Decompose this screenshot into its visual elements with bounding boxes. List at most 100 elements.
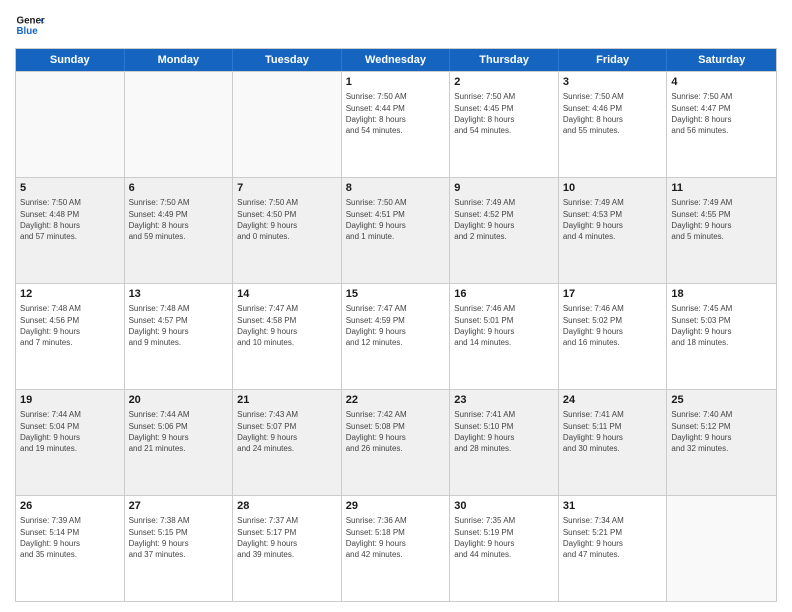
day-info: Sunrise: 7:49 AM Sunset: 4:55 PM Dayligh… [671,197,772,242]
calendar-body: 1Sunrise: 7:50 AM Sunset: 4:44 PM Daylig… [16,71,776,601]
day-info: Sunrise: 7:41 AM Sunset: 5:11 PM Dayligh… [563,409,663,454]
day-info: Sunrise: 7:47 AM Sunset: 4:58 PM Dayligh… [237,303,337,348]
day-number: 6 [129,181,229,196]
calendar-cell: 12Sunrise: 7:48 AM Sunset: 4:56 PM Dayli… [16,284,125,389]
day-number: 12 [20,287,120,302]
calendar-cell: 3Sunrise: 7:50 AM Sunset: 4:46 PM Daylig… [559,72,668,177]
weekday-header-saturday: Saturday [667,49,776,71]
day-number: 11 [671,181,772,196]
day-info: Sunrise: 7:41 AM Sunset: 5:10 PM Dayligh… [454,409,554,454]
header: General Blue [15,10,777,40]
calendar-cell: 28Sunrise: 7:37 AM Sunset: 5:17 PM Dayli… [233,496,342,601]
day-info: Sunrise: 7:47 AM Sunset: 4:59 PM Dayligh… [346,303,446,348]
day-info: Sunrise: 7:44 AM Sunset: 5:04 PM Dayligh… [20,409,120,454]
calendar-cell: 27Sunrise: 7:38 AM Sunset: 5:15 PM Dayli… [125,496,234,601]
day-number: 1 [346,75,446,90]
day-number: 26 [20,499,120,514]
day-info: Sunrise: 7:46 AM Sunset: 5:01 PM Dayligh… [454,303,554,348]
calendar-row-5: 26Sunrise: 7:39 AM Sunset: 5:14 PM Dayli… [16,495,776,601]
calendar-cell: 22Sunrise: 7:42 AM Sunset: 5:08 PM Dayli… [342,390,451,495]
calendar-cell: 26Sunrise: 7:39 AM Sunset: 5:14 PM Dayli… [16,496,125,601]
day-number: 31 [563,499,663,514]
day-info: Sunrise: 7:50 AM Sunset: 4:45 PM Dayligh… [454,91,554,136]
calendar-row-4: 19Sunrise: 7:44 AM Sunset: 5:04 PM Dayli… [16,389,776,495]
calendar-cell: 7Sunrise: 7:50 AM Sunset: 4:50 PM Daylig… [233,178,342,283]
calendar-cell: 24Sunrise: 7:41 AM Sunset: 5:11 PM Dayli… [559,390,668,495]
day-info: Sunrise: 7:49 AM Sunset: 4:53 PM Dayligh… [563,197,663,242]
day-info: Sunrise: 7:44 AM Sunset: 5:06 PM Dayligh… [129,409,229,454]
calendar-cell [125,72,234,177]
logo-icon: General Blue [15,10,45,40]
weekday-header-tuesday: Tuesday [233,49,342,71]
weekday-header-monday: Monday [125,49,234,71]
calendar: SundayMondayTuesdayWednesdayThursdayFrid… [15,48,777,602]
calendar-cell: 19Sunrise: 7:44 AM Sunset: 5:04 PM Dayli… [16,390,125,495]
day-info: Sunrise: 7:43 AM Sunset: 5:07 PM Dayligh… [237,409,337,454]
day-info: Sunrise: 7:39 AM Sunset: 5:14 PM Dayligh… [20,515,120,560]
calendar-cell: 13Sunrise: 7:48 AM Sunset: 4:57 PM Dayli… [125,284,234,389]
calendar-cell: 21Sunrise: 7:43 AM Sunset: 5:07 PM Dayli… [233,390,342,495]
calendar-cell: 30Sunrise: 7:35 AM Sunset: 5:19 PM Dayli… [450,496,559,601]
weekday-header-wednesday: Wednesday [342,49,451,71]
day-number: 19 [20,393,120,408]
calendar-cell: 17Sunrise: 7:46 AM Sunset: 5:02 PM Dayli… [559,284,668,389]
day-number: 18 [671,287,772,302]
day-number: 16 [454,287,554,302]
day-info: Sunrise: 7:50 AM Sunset: 4:46 PM Dayligh… [563,91,663,136]
day-number: 3 [563,75,663,90]
day-info: Sunrise: 7:42 AM Sunset: 5:08 PM Dayligh… [346,409,446,454]
calendar-cell: 2Sunrise: 7:50 AM Sunset: 4:45 PM Daylig… [450,72,559,177]
calendar-cell [667,496,776,601]
day-number: 24 [563,393,663,408]
day-number: 2 [454,75,554,90]
day-info: Sunrise: 7:50 AM Sunset: 4:51 PM Dayligh… [346,197,446,242]
day-number: 7 [237,181,337,196]
day-info: Sunrise: 7:38 AM Sunset: 5:15 PM Dayligh… [129,515,229,560]
calendar-cell: 1Sunrise: 7:50 AM Sunset: 4:44 PM Daylig… [342,72,451,177]
calendar-cell [233,72,342,177]
page: General Blue SundayMondayTuesdayWednesda… [0,0,792,612]
calendar-header: SundayMondayTuesdayWednesdayThursdayFrid… [16,49,776,71]
day-number: 13 [129,287,229,302]
day-number: 22 [346,393,446,408]
day-number: 4 [671,75,772,90]
calendar-cell: 14Sunrise: 7:47 AM Sunset: 4:58 PM Dayli… [233,284,342,389]
day-number: 27 [129,499,229,514]
day-number: 15 [346,287,446,302]
day-info: Sunrise: 7:48 AM Sunset: 4:56 PM Dayligh… [20,303,120,348]
day-info: Sunrise: 7:49 AM Sunset: 4:52 PM Dayligh… [454,197,554,242]
calendar-cell: 8Sunrise: 7:50 AM Sunset: 4:51 PM Daylig… [342,178,451,283]
day-info: Sunrise: 7:37 AM Sunset: 5:17 PM Dayligh… [237,515,337,560]
day-number: 17 [563,287,663,302]
day-info: Sunrise: 7:36 AM Sunset: 5:18 PM Dayligh… [346,515,446,560]
day-info: Sunrise: 7:35 AM Sunset: 5:19 PM Dayligh… [454,515,554,560]
day-number: 28 [237,499,337,514]
weekday-header-thursday: Thursday [450,49,559,71]
calendar-cell: 15Sunrise: 7:47 AM Sunset: 4:59 PM Dayli… [342,284,451,389]
calendar-row-2: 5Sunrise: 7:50 AM Sunset: 4:48 PM Daylig… [16,177,776,283]
day-info: Sunrise: 7:48 AM Sunset: 4:57 PM Dayligh… [129,303,229,348]
calendar-cell: 31Sunrise: 7:34 AM Sunset: 5:21 PM Dayli… [559,496,668,601]
calendar-cell: 23Sunrise: 7:41 AM Sunset: 5:10 PM Dayli… [450,390,559,495]
calendar-cell: 4Sunrise: 7:50 AM Sunset: 4:47 PM Daylig… [667,72,776,177]
day-number: 5 [20,181,120,196]
calendar-cell: 25Sunrise: 7:40 AM Sunset: 5:12 PM Dayli… [667,390,776,495]
calendar-cell: 18Sunrise: 7:45 AM Sunset: 5:03 PM Dayli… [667,284,776,389]
calendar-cell [16,72,125,177]
day-info: Sunrise: 7:45 AM Sunset: 5:03 PM Dayligh… [671,303,772,348]
day-number: 20 [129,393,229,408]
calendar-row-1: 1Sunrise: 7:50 AM Sunset: 4:44 PM Daylig… [16,71,776,177]
day-info: Sunrise: 7:34 AM Sunset: 5:21 PM Dayligh… [563,515,663,560]
svg-text:Blue: Blue [17,26,39,37]
day-info: Sunrise: 7:46 AM Sunset: 5:02 PM Dayligh… [563,303,663,348]
calendar-cell: 9Sunrise: 7:49 AM Sunset: 4:52 PM Daylig… [450,178,559,283]
day-info: Sunrise: 7:40 AM Sunset: 5:12 PM Dayligh… [671,409,772,454]
day-number: 23 [454,393,554,408]
logo: General Blue [15,10,45,40]
day-info: Sunrise: 7:50 AM Sunset: 4:44 PM Dayligh… [346,91,446,136]
day-number: 10 [563,181,663,196]
day-info: Sunrise: 7:50 AM Sunset: 4:50 PM Dayligh… [237,197,337,242]
weekday-header-sunday: Sunday [16,49,125,71]
calendar-cell: 6Sunrise: 7:50 AM Sunset: 4:49 PM Daylig… [125,178,234,283]
day-info: Sunrise: 7:50 AM Sunset: 4:47 PM Dayligh… [671,91,772,136]
